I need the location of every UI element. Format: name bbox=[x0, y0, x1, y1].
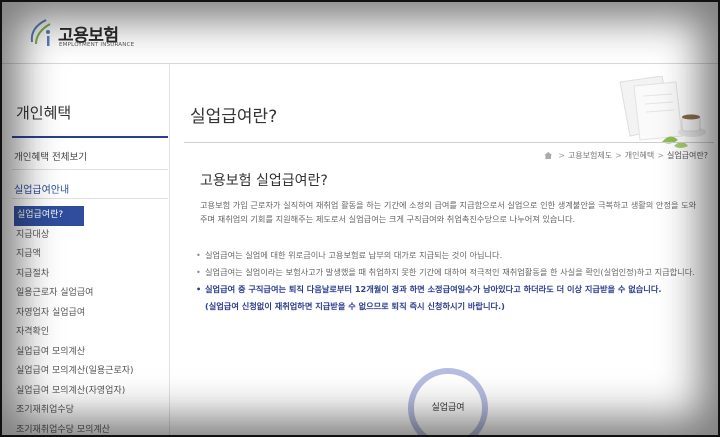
sidebar-item-eligibility[interactable]: 지급대상 bbox=[14, 226, 168, 246]
breadcrumb-current: 실업급여란? bbox=[666, 151, 708, 160]
sidebar-item-daily-worker[interactable]: 일용근로자 실업급여 bbox=[14, 284, 168, 304]
page-title: 실업급여란? bbox=[190, 107, 278, 127]
title-divider bbox=[184, 142, 714, 143]
breadcrumb-separator: > bbox=[615, 151, 622, 160]
unemployment-benefit-circle-button[interactable]: 실업급여 bbox=[408, 368, 488, 435]
site-header: 고용보험 EMPLOYMENT INSURANCE bbox=[2, 2, 718, 64]
sidebar-item-simulation[interactable]: 실업급여 모의계산 bbox=[14, 343, 168, 363]
site-logo[interactable]: 고용보험 EMPLOYMENT INSURANCE bbox=[28, 16, 138, 52]
bullet-item: 실업급여는 실업에 대한 위로금이나 고용보험료 납부의 대가로 지급되는 것이… bbox=[196, 248, 706, 262]
sidebar-item-amount[interactable]: 지급액 bbox=[14, 245, 168, 265]
sidebar-section-title[interactable]: 실업급여안내 bbox=[14, 181, 69, 196]
documents-coffee-illustration bbox=[619, 76, 706, 148]
sidebar-item-what-is[interactable]: 실업급여란? bbox=[14, 206, 84, 226]
breadcrumb-separator: > bbox=[657, 151, 664, 160]
sidebar: 개인혜택 개인혜택 전체보기 실업급여안내 실업급여란? 지급대상 지급액 지급… bbox=[2, 64, 170, 436]
bullet-emphasis: 실업급여 중 구직급여는 퇴직 다음날로부터 12개월이 경과 하면 소정급여일… bbox=[196, 282, 706, 296]
sidebar-all-link[interactable]: 개인혜택 전체보기 bbox=[14, 149, 87, 163]
logo-text-en: EMPLOYMENT INSURANCE bbox=[59, 42, 135, 48]
home-icon[interactable] bbox=[544, 152, 553, 159]
sidebar-divider bbox=[12, 198, 168, 199]
intro-paragraph: 고용보험 가입 근로자가 실직하여 재취업 활동을 하는 기간에 소정의 급여를… bbox=[200, 200, 697, 224]
sidebar-item-simulation-self[interactable]: 실업급여 모의계산(자영업자) bbox=[14, 382, 168, 402]
breadcrumb-separator: > bbox=[558, 151, 565, 160]
sidebar-title: 개인혜택 bbox=[16, 104, 72, 122]
bullet-note: (실업급여 신청없이 재취업하면 지급받을 수 없으므로 퇴직 즉시 신청하시기… bbox=[205, 301, 505, 311]
sidebar-item-early-reemployment[interactable]: 조기재취업수당 bbox=[14, 401, 168, 421]
sidebar-item-self-employed[interactable]: 자영업자 실업급여 bbox=[14, 304, 168, 324]
breadcrumb: > 고용보험제도 > 개인혜택 > 실업급여란? bbox=[544, 150, 708, 161]
section-heading: 고용보험 실업급여란? bbox=[200, 173, 328, 189]
sidebar-item-early-reemployment-sim[interactable]: 조기재취업수당 모의계산 bbox=[14, 421, 168, 436]
breadcrumb-item[interactable]: 개인혜택 bbox=[625, 151, 654, 160]
info-bullets: 실업급여는 실업에 대한 위로금이나 고용보험료 납부의 대가로 지급되는 것이… bbox=[196, 248, 706, 313]
logo-mark-icon bbox=[30, 19, 51, 46]
sidebar-divider bbox=[12, 169, 168, 170]
bullet-item: 실업급여는 실업이라는 보험사고가 발생했을 때 취업하지 못한 기간에 대하여… bbox=[196, 265, 706, 279]
sidebar-menu: 실업급여란? 지급대상 지급액 지급절차 일용근로자 실업급여 자영업자 실업급… bbox=[14, 206, 168, 436]
sidebar-item-qualification[interactable]: 자격확인 bbox=[14, 323, 168, 343]
browser-viewport: 고용보험 EMPLOYMENT INSURANCE 개인혜택 개인혜택 전체보기… bbox=[0, 0, 720, 437]
breadcrumb-item[interactable]: 고용보험제도 bbox=[568, 151, 612, 160]
sidebar-title-underline bbox=[12, 136, 168, 138]
main-content: 실업급여란? > 고용보험제도 > 개인혜택 > 실업급여란? 고용보험 실업급여란? 고… bbox=[170, 64, 718, 435]
sidebar-item-simulation-daily[interactable]: 실업급여 모의계산(일용근로자) bbox=[14, 362, 168, 382]
sidebar-item-procedure[interactable]: 지급절차 bbox=[14, 265, 168, 285]
circle-label: 실업급여 bbox=[431, 403, 465, 413]
